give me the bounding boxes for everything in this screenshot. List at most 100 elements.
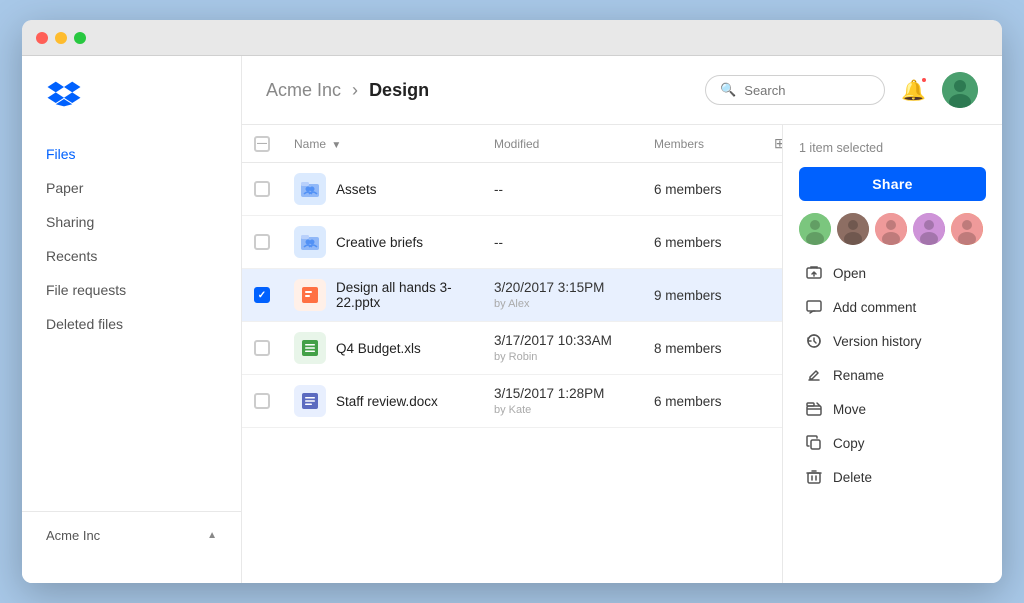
row-checkbox[interactable] [254, 340, 270, 356]
share-button[interactable]: Share [799, 167, 986, 201]
search-bar[interactable]: 🔍 [705, 75, 885, 105]
select-all-checkbox[interactable] [254, 136, 270, 152]
row-name-cell: Assets [282, 163, 482, 216]
file-type-icon [294, 385, 326, 417]
action-label-add-comment: Add comment [833, 300, 916, 315]
th-members[interactable]: Members [642, 125, 762, 163]
grid-view-icon: ⊞ [774, 135, 782, 151]
sidebar-item-file-requests[interactable]: File requests [22, 273, 241, 307]
sidebar-nav: Files Paper Sharing Recents File request… [22, 137, 241, 511]
file-name: Assets [336, 182, 377, 197]
breadcrumb-current: Design [369, 80, 429, 100]
row-checkbox-cell [242, 216, 282, 269]
row-name-cell: Design all hands 3-22.pptx [282, 269, 482, 322]
action-label-open: Open [833, 266, 866, 281]
logo-container [22, 80, 241, 137]
row-checkbox[interactable] [254, 234, 270, 250]
table-header-row: Name ▼ Modified Members ⊞ [242, 125, 782, 163]
action-label-move: Move [833, 402, 866, 417]
minimize-button[interactable] [55, 32, 67, 44]
row-checkbox-cell [242, 163, 282, 216]
titlebar [22, 20, 1002, 56]
row-modified-cell: 3/15/2017 1:28PMby Kate [482, 375, 642, 428]
row-actions-cell [762, 375, 782, 428]
table-row[interactable]: Design all hands 3-22.pptx 3/20/2017 3:1… [242, 269, 782, 322]
account-name: Acme Inc [46, 528, 100, 543]
comment-icon [805, 298, 823, 316]
table-row[interactable]: Staff review.docx 3/15/2017 1:28PMby Kat… [242, 375, 782, 428]
action-item-add-comment[interactable]: Add comment [799, 291, 986, 323]
open-icon [805, 264, 823, 282]
row-checkbox[interactable] [254, 393, 270, 409]
member-avatar[interactable] [799, 213, 831, 245]
row-name-cell: Staff review.docx [282, 375, 482, 428]
row-actions-cell [762, 322, 782, 375]
file-type-icon [294, 279, 326, 311]
action-item-copy[interactable]: Copy [799, 427, 986, 459]
action-item-version-history[interactable]: Version history [799, 325, 986, 357]
file-table: Name ▼ Modified Members ⊞ [242, 125, 782, 428]
row-members-cell: 6 members [642, 375, 762, 428]
sidebar-item-sharing[interactable]: Sharing [22, 205, 241, 239]
action-label-copy: Copy [833, 436, 865, 451]
member-avatar[interactable] [951, 213, 983, 245]
content-area: Name ▼ Modified Members ⊞ [242, 125, 1002, 583]
file-name: Q4 Budget.xls [336, 341, 421, 356]
row-checkbox-cell [242, 269, 282, 322]
th-grid[interactable]: ⊞ [762, 125, 782, 163]
action-item-open[interactable]: Open [799, 257, 986, 289]
row-modified-cell: 3/17/2017 10:33AMby Robin [482, 322, 642, 375]
notification-button[interactable]: 🔔 [897, 74, 930, 107]
breadcrumb-parent: Acme Inc [266, 80, 341, 100]
app-window: Files Paper Sharing Recents File request… [22, 20, 1002, 583]
row-name-cell: Creative briefs [282, 216, 482, 269]
th-checkbox [242, 125, 282, 163]
chevron-up-icon: ▲ [207, 530, 217, 541]
sidebar-item-recents[interactable]: Recents [22, 239, 241, 273]
maximize-button[interactable] [74, 32, 86, 44]
file-name: Creative briefs [336, 235, 423, 250]
history-icon [805, 332, 823, 350]
file-name: Staff review.docx [336, 394, 438, 409]
action-item-delete[interactable]: Delete [799, 461, 986, 493]
action-item-rename[interactable]: Rename [799, 359, 986, 391]
table-row[interactable]: Creative briefs -- 6 members [242, 216, 782, 269]
dropbox-logo-icon [46, 80, 82, 108]
action-label-version-history: Version history [833, 334, 922, 349]
row-checkbox[interactable] [254, 287, 270, 303]
sidebar: Files Paper Sharing Recents File request… [22, 56, 242, 583]
sort-icon: ▼ [331, 140, 341, 151]
th-modified[interactable]: Modified [482, 125, 642, 163]
file-list-area: Name ▼ Modified Members ⊞ [242, 125, 782, 583]
file-name: Design all hands 3-22.pptx [336, 280, 470, 310]
main-content: Acme Inc › Design 🔍 🔔 [242, 56, 1002, 583]
member-avatars [799, 213, 986, 245]
row-checkbox[interactable] [254, 181, 270, 197]
row-name-cell: Q4 Budget.xls [282, 322, 482, 375]
member-avatar[interactable] [875, 213, 907, 245]
sidebar-footer[interactable]: Acme Inc ▲ [22, 511, 241, 559]
right-panel: 1 item selected Share [782, 125, 1002, 583]
row-modified-cell: -- [482, 216, 642, 269]
th-name[interactable]: Name ▼ [282, 125, 482, 163]
notification-dot [920, 76, 928, 84]
sidebar-item-deleted-files[interactable]: Deleted files [22, 307, 241, 341]
table-row[interactable]: Assets -- 6 members [242, 163, 782, 216]
table-row[interactable]: Q4 Budget.xls 3/17/2017 10:33AMby Robin … [242, 322, 782, 375]
action-list: Open Add comment Version history Rename … [799, 257, 986, 493]
row-checkbox-cell [242, 322, 282, 375]
member-avatar[interactable] [913, 213, 945, 245]
search-input[interactable] [744, 83, 874, 98]
rename-icon [805, 366, 823, 384]
member-avatar[interactable] [837, 213, 869, 245]
action-item-move[interactable]: Move [799, 393, 986, 425]
close-button[interactable] [36, 32, 48, 44]
file-type-icon [294, 226, 326, 258]
sidebar-item-paper[interactable]: Paper [22, 171, 241, 205]
user-avatar[interactable] [942, 72, 978, 108]
breadcrumb-separator: › [352, 80, 358, 100]
action-label-rename: Rename [833, 368, 884, 383]
sidebar-item-files[interactable]: Files [22, 137, 241, 171]
row-members-cell: 6 members [642, 216, 762, 269]
row-members-cell: 9 members [642, 269, 762, 322]
